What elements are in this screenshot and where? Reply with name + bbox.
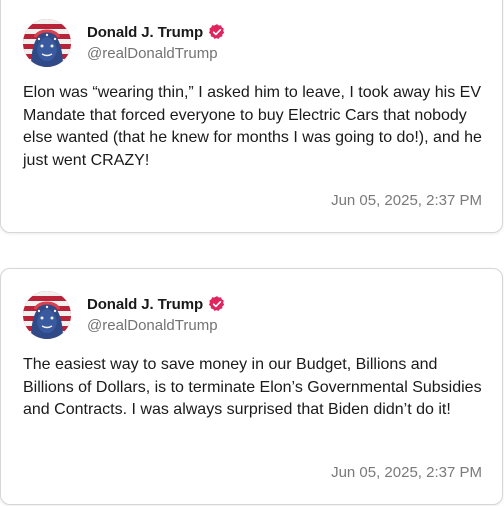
post-timestamp[interactable]: Jun 05, 2025, 2:37 PM (331, 192, 482, 209)
post-timestamp[interactable]: Jun 05, 2025, 2:37 PM (331, 464, 482, 481)
verified-badge-icon (208, 295, 226, 313)
author-handle[interactable]: @realDonaldTrump (87, 317, 218, 334)
author-handle[interactable]: @realDonaldTrump (87, 45, 218, 62)
author-row: Donald J. Trump (87, 21, 226, 43)
avatar-image (23, 291, 71, 339)
avatar[interactable] (23, 19, 71, 67)
post-card[interactable]: Donald J. Trump @realDonaldTrump The eas… (0, 268, 503, 505)
verified-badge-icon (208, 23, 226, 41)
avatar-image (23, 19, 71, 67)
author-row: Donald J. Trump (87, 293, 226, 315)
post-text: Elon was “wearing thin,” I asked him to … (23, 84, 482, 169)
author-name[interactable]: Donald J. Trump (87, 24, 203, 41)
author-name[interactable]: Donald J. Trump (87, 296, 203, 313)
post-card[interactable]: Donald J. Trump @realDonaldTrump Elon wa… (0, 0, 503, 233)
avatar[interactable] (23, 291, 71, 339)
post-feed: Donald J. Trump @realDonaldTrump Elon wa… (0, 0, 504, 506)
post-text: The easiest way to save money in our Bud… (23, 356, 482, 418)
